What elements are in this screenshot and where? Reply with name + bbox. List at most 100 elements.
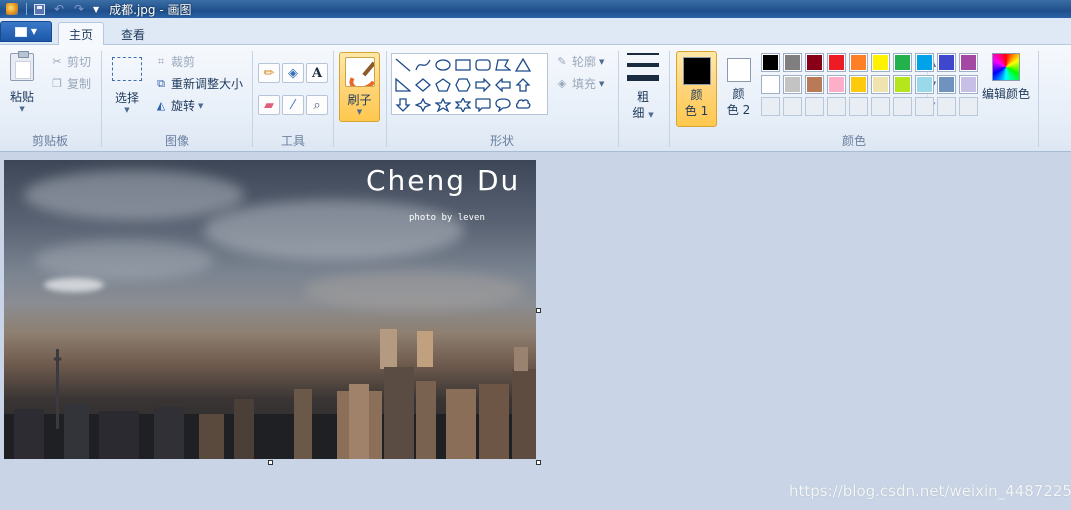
eraser-icon[interactable]: ▰: [258, 95, 280, 115]
resize-handle-corner[interactable]: [536, 460, 541, 465]
tab-view[interactable]: 查看: [111, 22, 155, 46]
chevron-down-icon: ▼: [198, 101, 204, 110]
fill-button[interactable]: ◈ 填充 ▼: [555, 75, 605, 92]
copy-button[interactable]: ❐ 复制: [50, 75, 91, 92]
ribbon: 粘贴 ▼ ✂ 剪切 ❐ 复制 剪贴板 选择 ▼ ⌗ 裁剪 ⧉ 重新调整大小 ◭: [0, 45, 1071, 152]
curve-shape-icon[interactable]: [413, 55, 433, 74]
size-button[interactable]: 粗 细 ▼: [627, 53, 659, 123]
rounded-callout-shape-icon[interactable]: [473, 95, 493, 114]
palette-color-swatch[interactable]: [915, 75, 934, 94]
color-2-button[interactable]: 颜 色 2: [718, 51, 759, 127]
color-2-swatch: [726, 58, 751, 82]
palette-color-swatch[interactable]: [849, 75, 868, 94]
scissors-icon: ✂: [52, 55, 62, 68]
fill-icon[interactable]: ◈: [282, 63, 304, 83]
triangle-shape-icon[interactable]: [513, 55, 533, 74]
chevron-down-icon: ▼: [124, 106, 130, 114]
palette-color-swatch[interactable]: [783, 53, 802, 72]
four-point-star-shape-icon[interactable]: [413, 95, 433, 114]
down-arrow-shape-icon[interactable]: [393, 95, 413, 114]
image-subtitle-text: photo by leven: [409, 213, 485, 223]
palette-color-swatch[interactable]: [871, 75, 890, 94]
six-point-star-shape-icon[interactable]: [453, 95, 473, 114]
color-picker-icon[interactable]: ⁄: [282, 95, 304, 115]
canvas-image[interactable]: Cheng Du photo by leven: [4, 160, 536, 459]
redo-icon[interactable]: ↷: [71, 2, 87, 16]
resize-handle-right[interactable]: [536, 308, 541, 313]
edit-colors-button[interactable]: 编辑颜色: [982, 53, 1030, 102]
right-arrow-shape-icon[interactable]: [473, 75, 493, 94]
palette-color-swatch[interactable]: [959, 97, 978, 116]
tools-group: ✏ ◈ A ▰ ⁄ ⌕ 工具: [253, 45, 333, 152]
right-triangle-shape-icon[interactable]: [393, 75, 413, 94]
pentagon-shape-icon[interactable]: [433, 75, 453, 94]
paint-app-icon[interactable]: [4, 2, 20, 16]
palette-color-swatch[interactable]: [937, 53, 956, 72]
five-point-star-shape-icon[interactable]: [433, 95, 453, 114]
color-2-label-1: 颜: [732, 87, 745, 101]
select-button[interactable]: 选择 ▼: [112, 57, 142, 114]
paint-menu-button[interactable]: ▼: [0, 21, 52, 42]
palette-color-swatch[interactable]: [849, 53, 868, 72]
palette-color-swatch[interactable]: [893, 53, 912, 72]
save-icon[interactable]: [31, 2, 47, 16]
magnifier-icon[interactable]: ⌕: [306, 95, 328, 115]
oval-callout-shape-icon[interactable]: [493, 95, 513, 114]
palette-color-swatch[interactable]: [805, 97, 824, 116]
outline-button[interactable]: ✎ 轮廓 ▼: [555, 53, 604, 70]
text-icon[interactable]: A: [306, 63, 328, 83]
up-arrow-shape-icon[interactable]: [513, 75, 533, 94]
watermark-text: https://blog.csdn.net/weixin_44872254: [789, 482, 1071, 500]
line-shape-icon[interactable]: [393, 55, 413, 74]
resize-button[interactable]: ⧉ 重新调整大小: [154, 75, 243, 92]
palette-color-swatch[interactable]: [937, 75, 956, 94]
palette-color-swatch[interactable]: [849, 97, 868, 116]
palette-color-swatch[interactable]: [827, 75, 846, 94]
chevron-down-icon: ▼: [599, 57, 605, 66]
palette-color-swatch[interactable]: [783, 97, 802, 116]
palette-color-swatch[interactable]: [827, 53, 846, 72]
cloud-callout-shape-icon[interactable]: [513, 95, 533, 114]
size-label-2: 细 ▼: [632, 106, 654, 120]
palette-color-swatch[interactable]: [871, 53, 890, 72]
cut-button[interactable]: ✂ 剪切: [50, 53, 91, 70]
hexagon-shape-icon[interactable]: [453, 75, 473, 94]
palette-color-swatch[interactable]: [893, 75, 912, 94]
paste-button[interactable]: 粘贴 ▼: [10, 51, 34, 113]
diamond-shape-icon[interactable]: [413, 75, 433, 94]
palette-color-swatch[interactable]: [937, 97, 956, 116]
clipboard-icon: [10, 51, 34, 81]
undo-icon[interactable]: ↶: [51, 2, 67, 16]
palette-color-swatch[interactable]: [959, 53, 978, 72]
rounded-rectangle-shape-icon[interactable]: [473, 55, 493, 74]
rotate-button[interactable]: ◭ 旋转 ▼: [154, 97, 204, 114]
palette-color-swatch[interactable]: [915, 53, 934, 72]
palette-color-swatch[interactable]: [761, 97, 780, 116]
palette-color-swatch[interactable]: [805, 75, 824, 94]
palette-color-swatch[interactable]: [827, 97, 846, 116]
quick-access-toolbar: ↶ ↷ ▼: [0, 0, 99, 18]
polygon-shape-icon[interactable]: [493, 55, 513, 74]
customize-quick-access-icon[interactable]: ▼: [93, 5, 99, 14]
rectangle-shape-icon[interactable]: [453, 55, 473, 74]
tab-home[interactable]: 主页: [58, 22, 105, 46]
oval-shape-icon[interactable]: [433, 55, 453, 74]
palette-color-swatch[interactable]: [761, 53, 780, 72]
canvas-area[interactable]: Cheng Du photo by leven https://blog.csd…: [0, 153, 1071, 510]
pencil-icon[interactable]: ✏: [258, 63, 280, 83]
palette-color-swatch[interactable]: [783, 75, 802, 94]
palette-color-swatch[interactable]: [761, 75, 780, 94]
palette-color-swatch[interactable]: [871, 97, 890, 116]
palette-color-swatch[interactable]: [893, 97, 912, 116]
palette-color-swatch[interactable]: [959, 75, 978, 94]
brushes-button[interactable]: 刷子 ▼: [339, 52, 380, 122]
palette-color-swatch[interactable]: [915, 97, 934, 116]
window-title: 成都.jpg - 画图: [109, 2, 192, 17]
selection-rectangle-icon: [112, 57, 142, 81]
color-1-button[interactable]: 颜 色 1: [676, 51, 717, 127]
edit-colors-label: 编辑颜色: [982, 87, 1031, 101]
resize-handle-bottom[interactable]: [268, 460, 273, 465]
palette-color-swatch[interactable]: [805, 53, 824, 72]
crop-button[interactable]: ⌗ 裁剪: [154, 53, 195, 70]
left-arrow-shape-icon[interactable]: [493, 75, 513, 94]
